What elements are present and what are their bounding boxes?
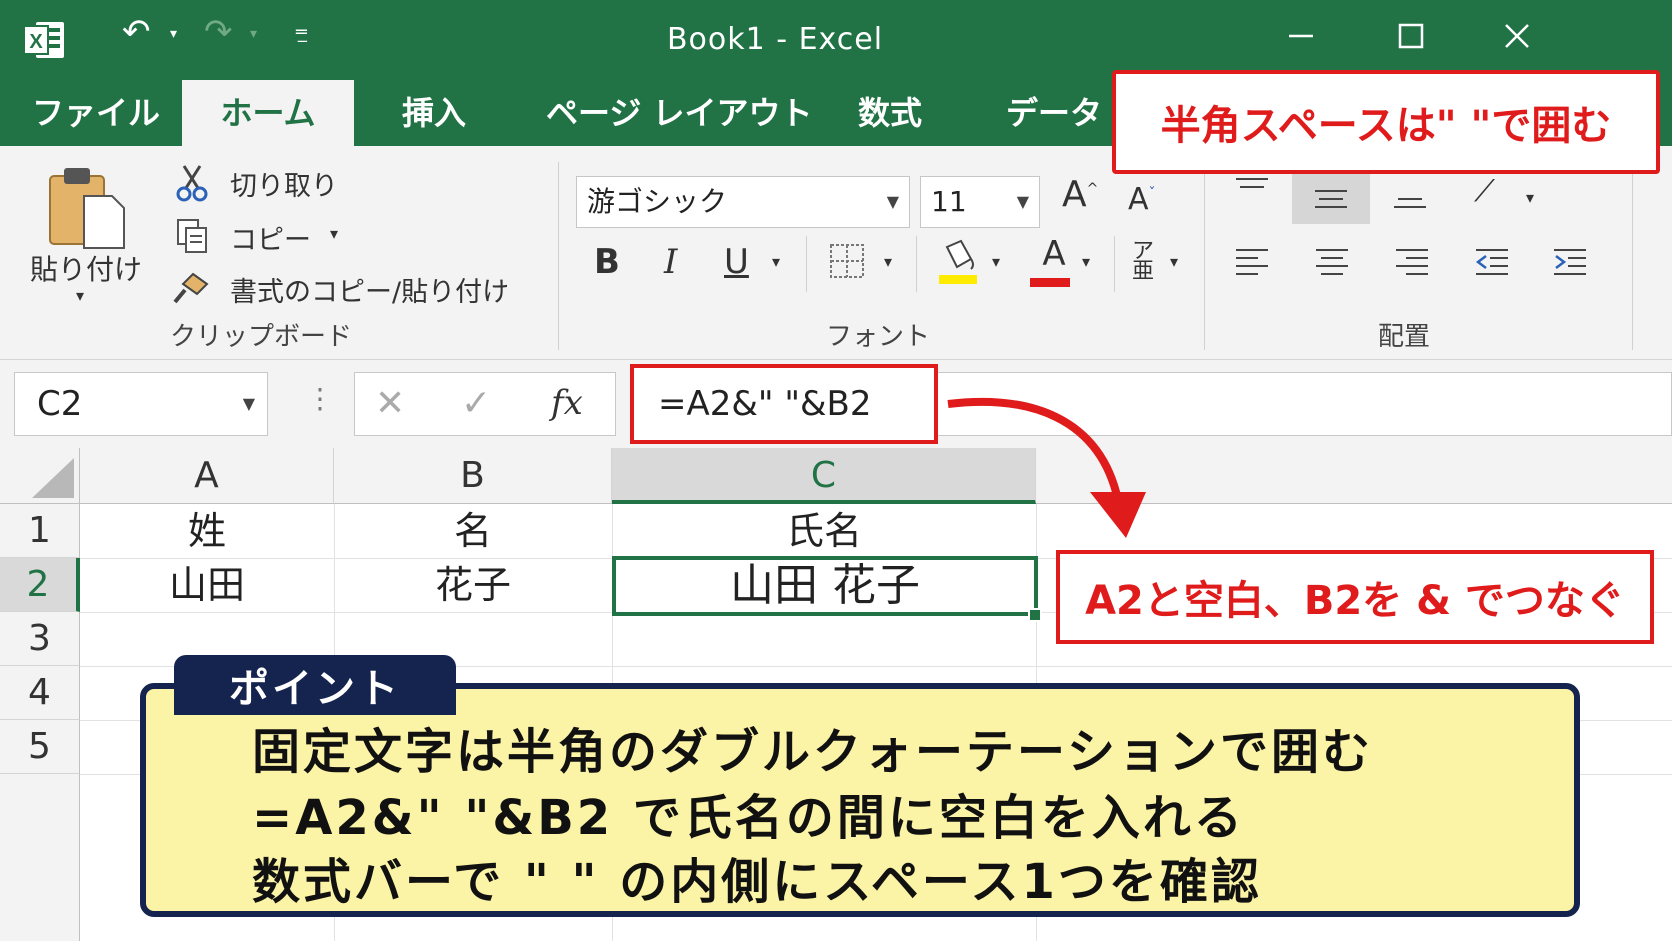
paste-label[interactable]: 貼り付け xyxy=(30,248,142,288)
row-header-filler xyxy=(0,774,80,941)
callout-join-with-ampersand: A2と空白、B2を & でつなぐ xyxy=(1056,550,1654,644)
tab-page-layout[interactable]: ページ レイアウト xyxy=(528,80,831,146)
paste-dropdown-icon[interactable]: ▾ xyxy=(76,286,84,305)
cell-a2[interactable]: 山田 xyxy=(80,558,334,612)
copy-icon[interactable] xyxy=(172,216,212,256)
font-color-dropdown-icon[interactable]: ▾ xyxy=(1082,252,1090,271)
tab-formulas[interactable]: 数式 xyxy=(840,80,940,146)
font-name-combo[interactable]: 游ゴシック ▼ xyxy=(576,176,910,228)
chevron-down-icon: ▼ xyxy=(1016,192,1029,211)
bold-button[interactable]: B xyxy=(594,242,620,282)
row-header-3[interactable]: 3 xyxy=(0,612,80,666)
orientation-icon[interactable]: ⟋ xyxy=(1474,174,1495,209)
align-bottom-icon[interactable] xyxy=(1388,180,1432,216)
cell-c2-active[interactable]: 山田 花子 xyxy=(612,556,1038,616)
paste-icon[interactable] xyxy=(44,162,130,252)
cell-b2[interactable]: 花子 xyxy=(334,558,612,612)
column-header-b[interactable]: B xyxy=(334,448,612,504)
orientation-dropdown-icon[interactable]: ▾ xyxy=(1526,188,1534,207)
underline-button[interactable]: U xyxy=(724,242,749,282)
column-header-a[interactable]: A xyxy=(80,448,334,504)
ribbon-separator xyxy=(558,162,559,350)
fill-handle[interactable] xyxy=(1028,608,1042,622)
borders-dropdown-icon[interactable]: ▾ xyxy=(884,252,892,271)
row-header-5[interactable]: 5 xyxy=(0,720,80,774)
cut-label[interactable]: 切り取り xyxy=(230,164,338,203)
row-header-4[interactable]: 4 xyxy=(0,666,80,720)
underline-dropdown-icon[interactable]: ▾ xyxy=(772,252,780,271)
font-color-button[interactable]: A xyxy=(1034,234,1074,274)
tab-insert[interactable]: 挿入 xyxy=(384,80,484,146)
cut-icon[interactable] xyxy=(172,162,212,202)
ribbon-separator xyxy=(1114,236,1115,292)
font-size-combo[interactable]: 11 ▼ xyxy=(920,176,1040,228)
name-box-value: C2 xyxy=(37,384,83,424)
maximize-icon[interactable] xyxy=(1376,10,1446,62)
insert-function-icon[interactable]: fx xyxy=(551,383,583,423)
fill-color-dropdown-icon[interactable]: ▾ xyxy=(992,252,1000,271)
formula-bar-drag-handle[interactable]: ⋮ xyxy=(306,382,334,415)
font-color-icon: A xyxy=(1042,234,1066,274)
ribbon-separator xyxy=(806,236,807,292)
align-right-icon[interactable] xyxy=(1390,242,1434,282)
decrease-indent-icon[interactable] xyxy=(1470,242,1514,282)
chevron-down-icon: ▼ xyxy=(242,394,255,413)
grow-font-icon: A xyxy=(1062,174,1087,215)
row-header-2[interactable]: 2 xyxy=(0,558,80,612)
callout-quote-space: 半角スペースは" "で囲む xyxy=(1112,70,1660,174)
copy-dropdown-icon[interactable]: ▾ xyxy=(330,224,338,243)
ribbon: 貼り付け ▾ 切り取り コピー ▾ 書式のコピー/貼り付け クリップボード 游ゴ… xyxy=(0,146,1672,360)
formula-actions: ✕ ✓ fx xyxy=(354,372,616,436)
font-size-value: 11 xyxy=(931,185,967,218)
name-box[interactable]: C2 ▼ xyxy=(14,372,268,436)
point-line-2: =A2&" "&B2 で氏名の間に空白を入れる xyxy=(252,790,1245,846)
fill-color-icon[interactable] xyxy=(934,236,982,288)
format-painter-icon[interactable] xyxy=(172,268,212,308)
cell-b1[interactable]: 名 xyxy=(334,504,612,558)
ribbon-separator xyxy=(916,236,917,292)
ribbon-separator xyxy=(1632,162,1633,350)
ribbon-separator xyxy=(1204,162,1205,350)
increase-indent-icon[interactable] xyxy=(1548,242,1592,282)
point-line-3: 数式バーで " " の内側にスペース1つを確認 xyxy=(252,854,1262,910)
align-center-icon[interactable] xyxy=(1310,242,1354,282)
phonetic-guide-icon[interactable]: ア亜 xyxy=(1132,241,1154,283)
row-header-1[interactable]: 1 xyxy=(0,504,80,558)
point-tag: ポイント xyxy=(174,655,456,715)
font-name-value: 游ゴシック xyxy=(587,185,728,218)
tab-data[interactable]: データ xyxy=(988,80,1120,146)
align-top-icon[interactable] xyxy=(1230,170,1274,206)
point-line-1: 固定文字は半角のダブルクォーテーションで囲む xyxy=(252,724,1374,780)
font-group-label: フォント xyxy=(826,322,931,352)
phonetic-dropdown-icon[interactable]: ▾ xyxy=(1170,252,1178,271)
borders-icon[interactable] xyxy=(826,240,868,282)
confirm-icon[interactable]: ✓ xyxy=(461,383,491,424)
tab-file[interactable]: ファイル xyxy=(14,80,178,146)
align-left-icon[interactable] xyxy=(1230,242,1274,282)
minimize-icon[interactable] xyxy=(1266,10,1336,62)
alignment-group-label: 配置 xyxy=(1378,322,1431,352)
copy-label[interactable]: コピー xyxy=(230,218,311,257)
cell-a1[interactable]: 姓 xyxy=(80,504,334,558)
format-painter-label[interactable]: 書式のコピー/貼り付け xyxy=(230,270,509,309)
shrink-font-button[interactable]: Aˇ xyxy=(1128,182,1156,217)
align-middle-icon[interactable] xyxy=(1292,168,1370,224)
shrink-font-icon: A xyxy=(1128,182,1149,217)
formula-input[interactable]: =A2&" "&B2 xyxy=(630,364,938,444)
formula-bar: C2 ▼ ⋮ ✕ ✓ fx =A2&" "&B2 xyxy=(0,360,1672,448)
cancel-icon[interactable]: ✕ xyxy=(375,383,405,424)
close-icon[interactable] xyxy=(1482,10,1552,62)
grow-font-button[interactable]: A^ xyxy=(1062,174,1098,215)
tab-home[interactable]: ホーム xyxy=(182,80,354,146)
title-bar: X ↶ ▾ ↷ ▾ ═̲ Book1 - Excel xyxy=(0,0,1672,80)
arrow-icon xyxy=(947,397,1146,538)
chevron-down-icon: ▼ xyxy=(886,192,899,211)
italic-button[interactable]: I xyxy=(664,242,677,282)
clipboard-group-label: クリップボード xyxy=(170,322,353,352)
font-color-swatch xyxy=(1030,278,1070,287)
select-all-corner[interactable] xyxy=(0,448,80,504)
